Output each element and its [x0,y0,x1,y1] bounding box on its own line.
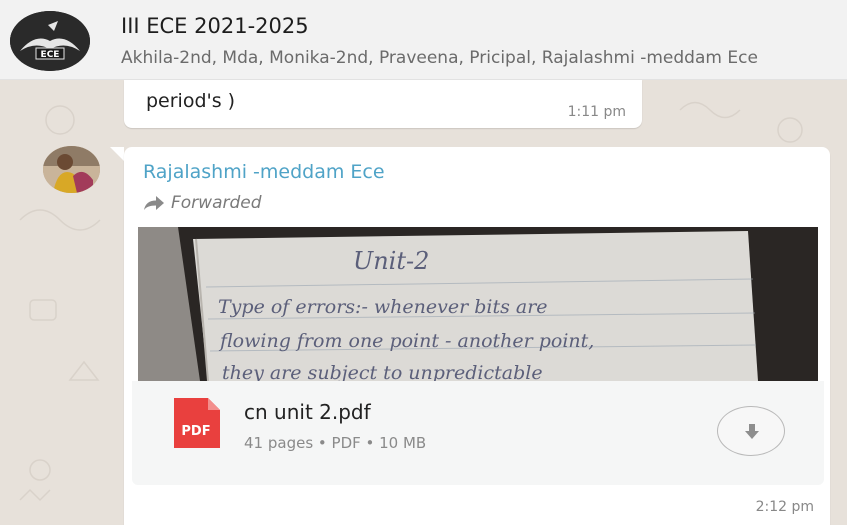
sender-name[interactable]: Rajalashmi -meddam Ece [143,161,385,183]
document-preview[interactable]: Unit-2 Type of errors:- whenever bits ar… [138,227,818,381]
preview-line-1: Type of errors:- whenever bits are [218,296,548,318]
handwritten-notes-image: Unit-2 Type of errors:- whenever bits ar… [138,227,818,381]
download-button[interactable] [717,406,785,456]
forwarded-label: Forwarded [143,193,262,213]
logo-text: ECE [41,50,60,60]
download-icon [745,424,759,439]
preview-heading: Unit-2 [353,247,429,275]
message-time: 1:11 pm [567,104,626,120]
pdf-icon: PDF [168,398,224,448]
bubble-tail [110,147,124,161]
file-attachment[interactable]: PDF cn unit 2.pdf 41 pages • PDF • 10 MB [132,381,824,485]
forward-arrow-icon [143,195,165,211]
sender-avatar[interactable] [43,146,100,193]
message-text: period's ) [146,90,236,112]
message-bubble-forwarded[interactable]: Rajalashmi -meddam Ece Forwarded Unit-2 … [124,147,830,525]
group-logo-icon: ECE [10,11,90,71]
group-members-list[interactable]: Akhila-2nd, Mda, Monika-2nd, Praveena, P… [121,48,847,68]
group-avatar[interactable]: ECE [10,11,90,71]
forwarded-text: Forwarded [171,193,262,213]
pdf-icon-label: PDF [181,424,210,439]
chat-header[interactable]: ECE III ECE 2021-2025 Akhila-2nd, Mda, M… [0,0,847,80]
file-name[interactable]: cn unit 2.pdf [244,400,371,424]
file-meta: 41 pages • PDF • 10 MB [244,434,427,452]
group-title[interactable]: III ECE 2021-2025 [121,14,309,38]
chat-area: period's ) 1:11 pm Rajalashmi -meddam Ec… [0,80,847,525]
message-bubble-previous[interactable]: period's ) 1:11 pm [124,80,642,128]
preview-line-3: they are subject to unpredictable [222,362,543,381]
sender-photo [43,146,100,193]
message-time: 2:12 pm [755,499,814,515]
preview-line-2: flowing from one point - another point, [218,330,594,352]
